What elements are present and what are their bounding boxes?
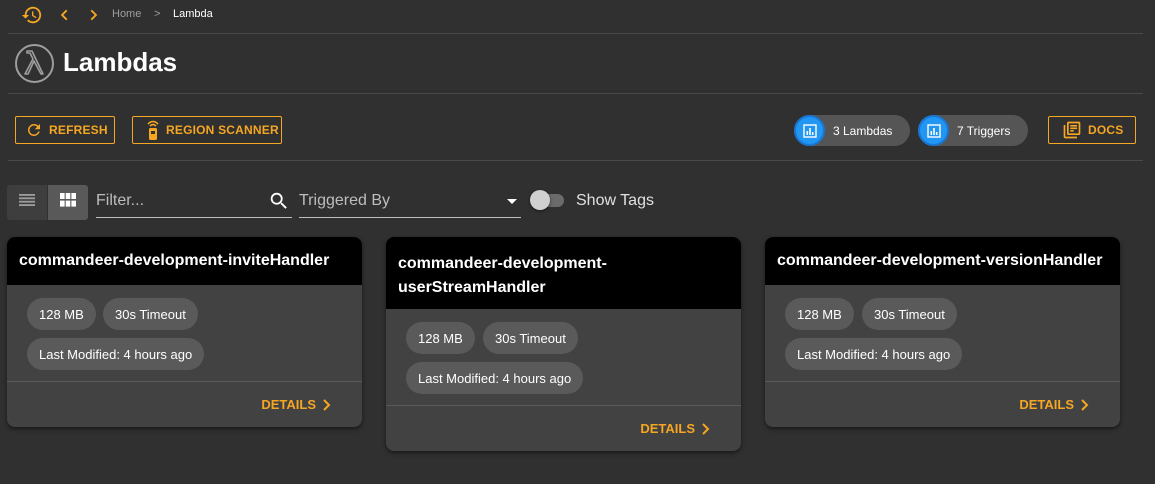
card-body: 128 MB 30s Timeout Last Modified: 4 hour… (765, 285, 1120, 427)
breadcrumb-lambda: Lambda (173, 8, 213, 20)
card-title[interactable]: commandeer-development-versionHandler (777, 249, 1102, 273)
header-divider (8, 93, 1143, 94)
card-body: 128 MB 30s Timeout Last Modified: 4 hour… (386, 309, 741, 451)
timeout-chip: 30s Timeout (483, 322, 578, 354)
card-title-line-1: commandeer-development- (398, 255, 607, 272)
show-tags-toggle[interactable] (530, 190, 566, 210)
card-header: commandeer-development-versionHandler (765, 237, 1120, 285)
history-icon[interactable] (21, 4, 43, 26)
card-footer: DETAILS (765, 381, 1120, 427)
breadcrumb-home[interactable]: Home (112, 8, 141, 20)
grid-view-icon (60, 193, 76, 212)
details-label: DETAILS (1019, 397, 1074, 412)
refresh-button[interactable]: REFRESH (15, 116, 115, 144)
filter-input[interactable] (96, 186, 261, 216)
lambdas-count-label: 3 Lambdas (833, 123, 893, 138)
memory-chip: 128 MB (785, 298, 854, 330)
card-footer: DETAILS (386, 405, 741, 451)
refresh-label: REFRESH (49, 123, 108, 137)
triggers-count-label: 7 Triggers (957, 123, 1011, 138)
triggers-count-chip[interactable]: 7 Triggers (918, 115, 1028, 146)
details-button[interactable]: DETAILS (1019, 397, 1090, 412)
docs-button[interactable]: DOCS (1048, 116, 1136, 144)
details-button[interactable]: DETAILS (261, 397, 332, 412)
chevron-right-icon (701, 422, 711, 435)
breadcrumb-separator: > (154, 8, 161, 20)
bar-chart-icon (794, 115, 825, 146)
region-scanner-button[interactable]: REGION SCANNER (132, 116, 282, 144)
card-title-line-2: userStreamHandler (398, 279, 546, 296)
lambda-card: commandeer-development-inviteHandler 128… (7, 237, 362, 427)
show-tags-label: Show Tags (576, 192, 654, 209)
chevron-right-icon (1080, 398, 1090, 411)
chevron-right-icon (322, 398, 332, 411)
details-button[interactable]: DETAILS (640, 421, 711, 436)
top-nav: Home > Lambda (0, 0, 1155, 32)
last-modified-chip: Last Modified: 4 hours ago (27, 338, 205, 370)
last-modified-chip: Last Modified: 4 hours ago (785, 338, 963, 370)
card-header: commandeer-development-inviteHandler (7, 237, 362, 285)
chevron-right-icon[interactable] (82, 4, 104, 26)
region-scanner-label: REGION SCANNER (166, 123, 279, 137)
view-toggle (7, 185, 88, 220)
toolbar-divider (8, 160, 1143, 161)
triggered-by-value: Triggered By (299, 192, 390, 209)
filter-field (96, 186, 292, 218)
lambdas-count-chip[interactable]: 3 Lambdas (794, 115, 910, 146)
nav-divider (8, 33, 1143, 34)
memory-chip: 128 MB (406, 322, 475, 354)
dropdown-caret-icon (507, 199, 517, 204)
card-title[interactable]: commandeer-development- userStreamHandle… (398, 252, 607, 300)
docs-label: DOCS (1088, 123, 1124, 137)
lambdas-page: Home > Lambda Lambdas REFRESH REGION SCA… (0, 0, 1155, 484)
search-icon[interactable] (268, 190, 290, 217)
list-view-button[interactable] (7, 185, 47, 220)
timeout-chip: 30s Timeout (103, 298, 198, 330)
triggered-by-select[interactable]: Triggered By (299, 186, 521, 218)
chevron-left-icon[interactable] (54, 4, 76, 26)
list-view-icon (19, 193, 35, 212)
scanner-icon (145, 119, 161, 141)
timeout-chip: 30s Timeout (862, 298, 957, 330)
card-title[interactable]: commandeer-development-inviteHandler (19, 249, 329, 273)
switch-thumb (530, 190, 550, 210)
bar-chart-icon (918, 115, 949, 146)
last-modified-chip: Last Modified: 4 hours ago (406, 362, 584, 394)
card-footer: DETAILS (7, 381, 362, 427)
card-body: 128 MB 30s Timeout Last Modified: 4 hour… (7, 285, 362, 427)
details-label: DETAILS (640, 421, 695, 436)
lambda-icon (14, 43, 55, 84)
page-title: Lambdas (63, 47, 178, 77)
grid-view-button[interactable] (48, 185, 88, 220)
lambda-card: commandeer-development- userStreamHandle… (386, 237, 741, 451)
docs-icon (1062, 120, 1082, 140)
memory-chip: 128 MB (27, 298, 96, 330)
lambda-card: commandeer-development-versionHandler 12… (765, 237, 1120, 427)
card-header: commandeer-development- userStreamHandle… (386, 237, 741, 309)
refresh-icon (25, 121, 43, 139)
details-label: DETAILS (261, 397, 316, 412)
